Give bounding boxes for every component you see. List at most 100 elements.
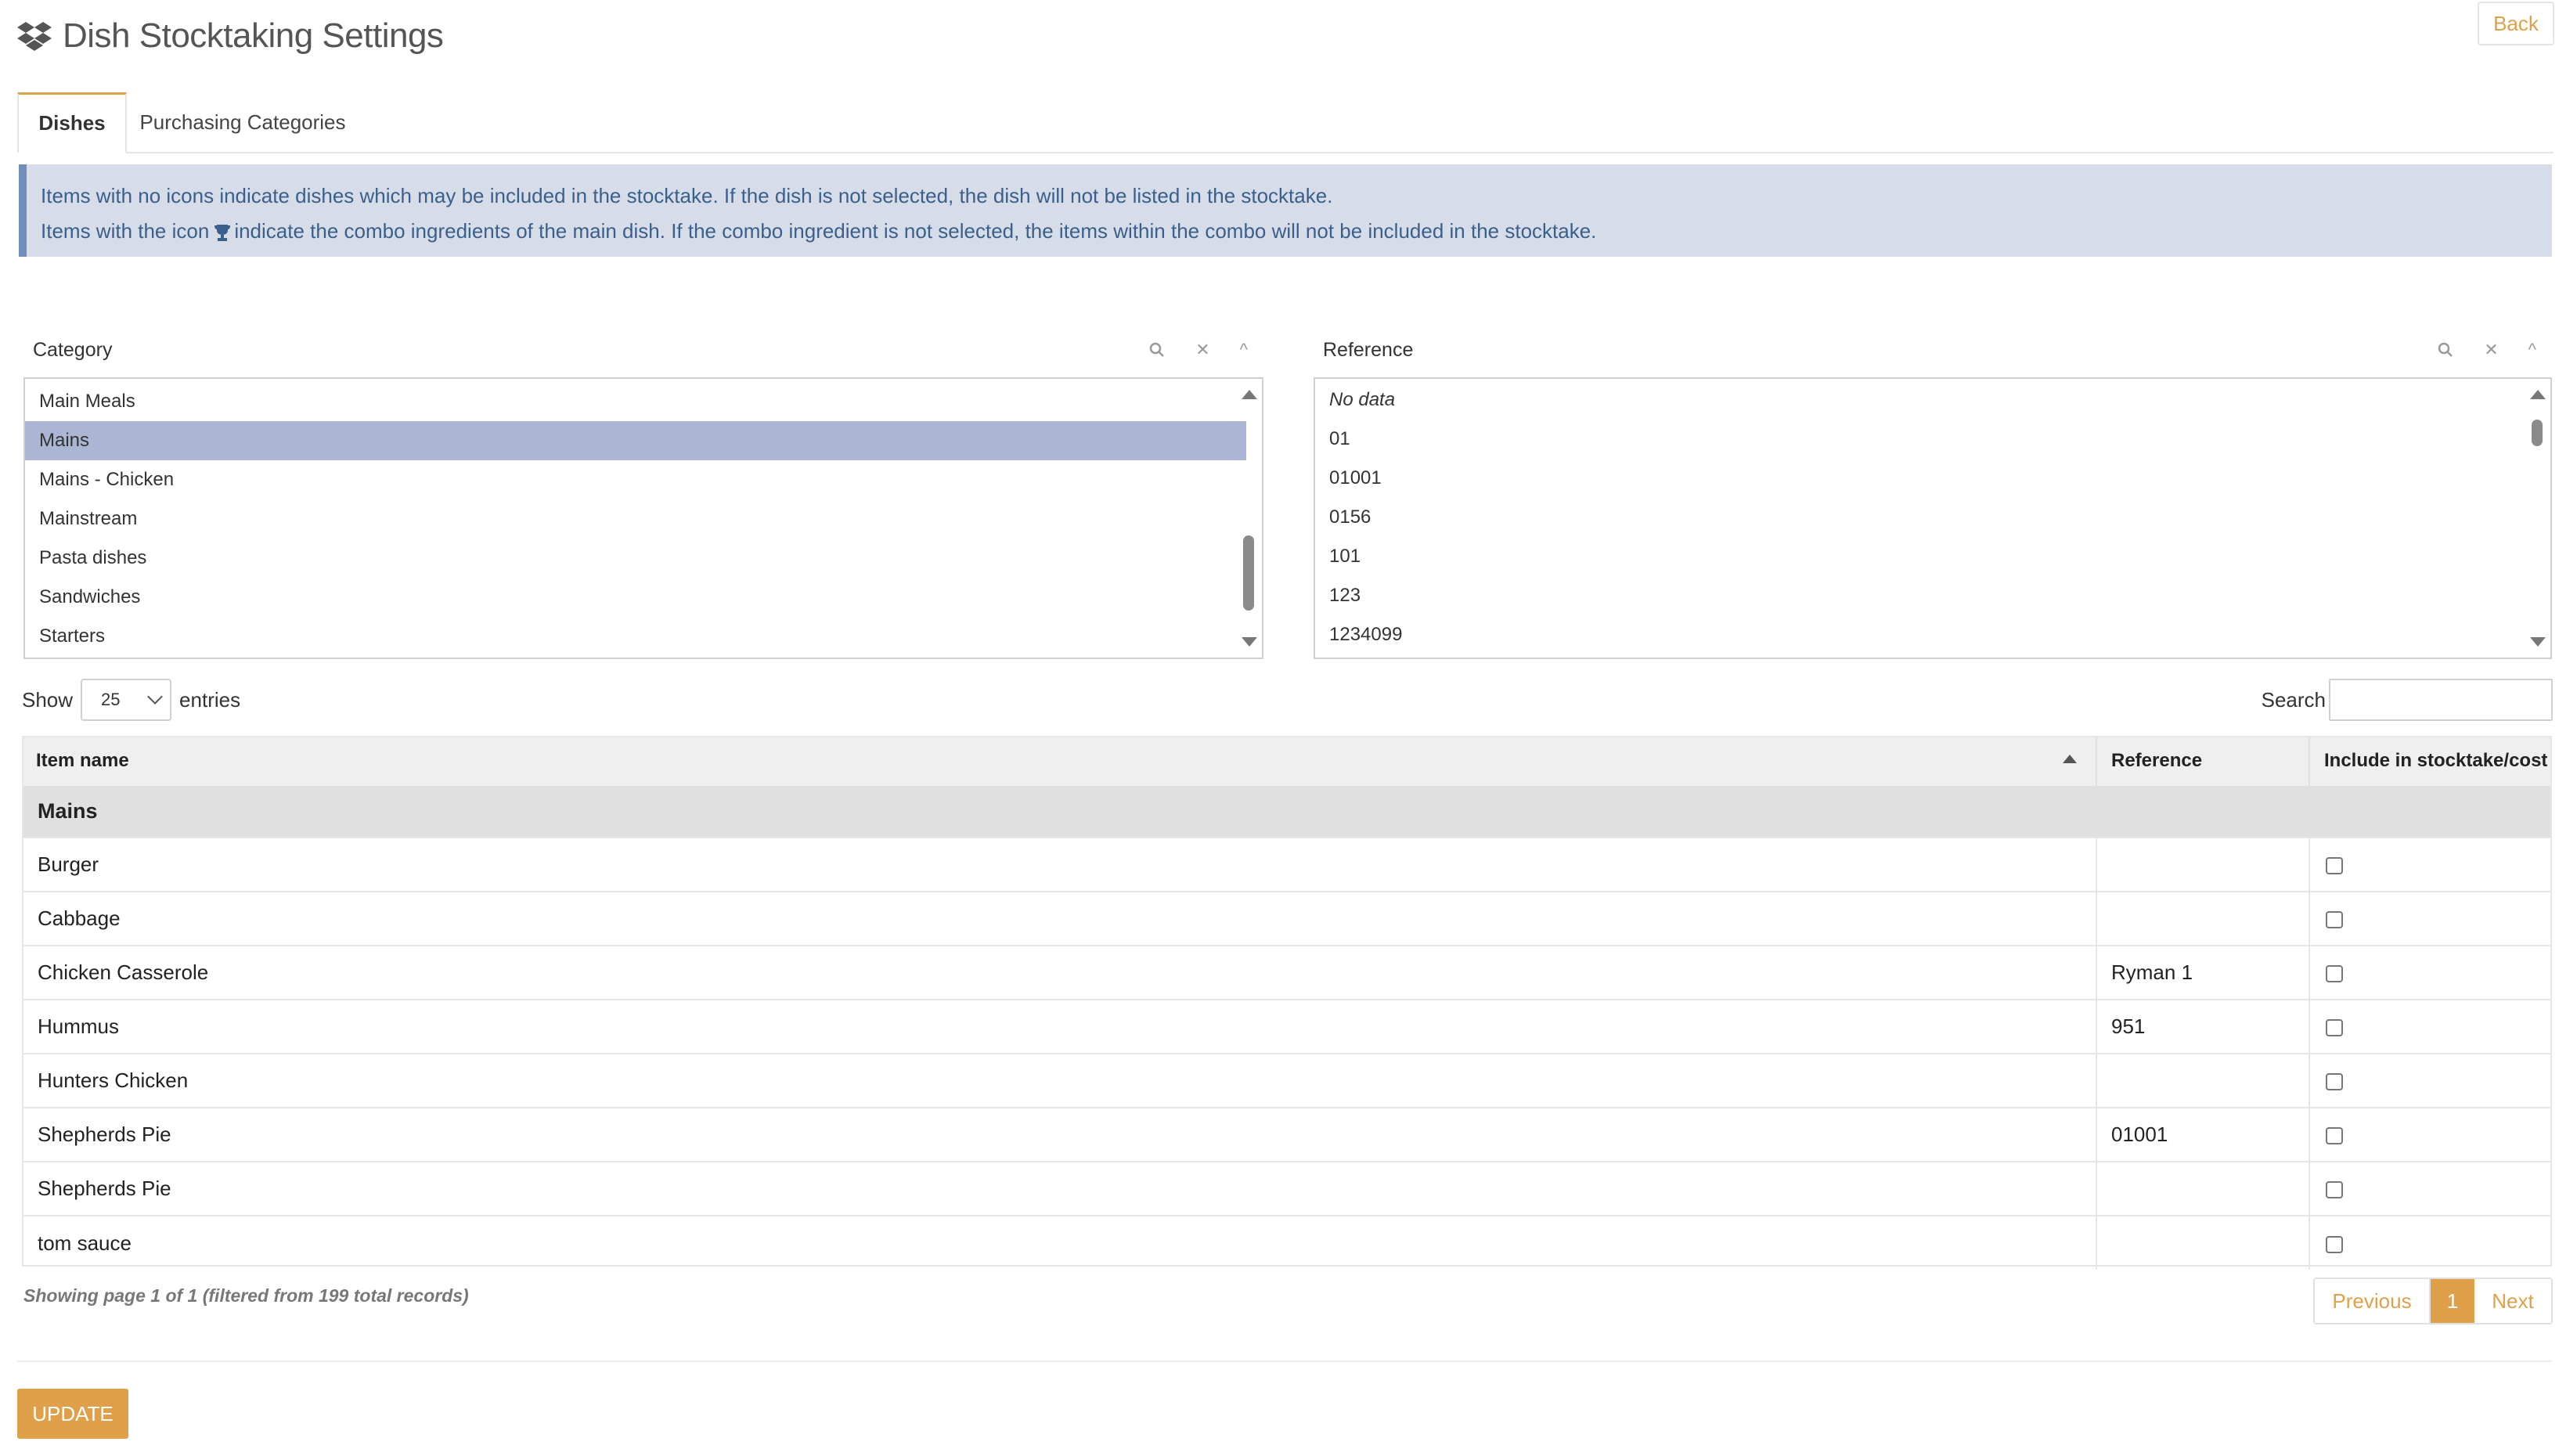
reference-filter-header: Reference ✕ ^ xyxy=(1314,330,2552,369)
table-info-status: Showing page 1 of 1 (filtered from 199 t… xyxy=(23,1285,469,1306)
reference-item[interactable]: 01 xyxy=(1315,420,2550,459)
column-header-item-name[interactable]: Item name xyxy=(22,736,2097,786)
item-reference xyxy=(2096,837,2309,892)
dishes-table: Item name Reference Include in stocktake… xyxy=(22,736,2552,1270)
category-item-pasta-dishes[interactable]: Pasta dishes xyxy=(25,539,1246,578)
info-line-2: Items with the icon indicate the combo i… xyxy=(41,214,2552,249)
item-name: Shepherds Pie xyxy=(22,1161,2096,1216)
item-reference: 01001 xyxy=(2096,1107,2309,1162)
clear-icon[interactable]: ✕ xyxy=(1195,340,1209,360)
page-title-text: Dish Stocktaking Settings xyxy=(63,16,444,55)
category-filter: Category ✕ ^ Main Meals Mains Mains - Ch… xyxy=(23,330,1263,659)
update-button[interactable]: UPDATE xyxy=(17,1389,128,1439)
reference-item-no-data[interactable]: No data xyxy=(1315,380,2550,420)
trophy-icon xyxy=(214,225,231,242)
scroll-down-arrow-icon[interactable] xyxy=(1242,637,1257,647)
page-title: Dish Stocktaking Settings xyxy=(17,11,444,61)
caret-up-icon[interactable]: ^ xyxy=(2528,340,2536,360)
category-item-starters[interactable]: Starters xyxy=(25,617,1246,656)
scroll-up-arrow-icon[interactable] xyxy=(2530,390,2546,399)
scroll-up-arrow-icon[interactable] xyxy=(1242,390,1257,399)
reference-item[interactable]: 101 xyxy=(1315,537,2550,576)
category-scrollbar[interactable] xyxy=(1240,387,1257,650)
table-row: tom sauce xyxy=(22,1215,2552,1270)
search-input[interactable] xyxy=(2329,679,2553,721)
table-row: Hummus 951 xyxy=(22,999,2552,1054)
reference-filter: Reference ✕ ^ No data 01 01001 0156 101 … xyxy=(1314,330,2552,659)
column-header-reference[interactable]: Reference xyxy=(2096,736,2310,786)
divider xyxy=(17,1360,2552,1362)
previous-page-button[interactable]: Previous xyxy=(2315,1279,2431,1323)
item-name: Hunters Chicken xyxy=(22,1053,2096,1108)
category-scroll-thumb[interactable] xyxy=(1243,535,1254,611)
caret-up-icon[interactable]: ^ xyxy=(1240,340,1248,360)
reference-item[interactable]: 01001 xyxy=(1315,459,2550,498)
item-reference xyxy=(2096,1215,2309,1270)
search-icon[interactable] xyxy=(1148,341,1166,359)
category-item-sandwiches[interactable]: Sandwiches xyxy=(25,578,1246,617)
include-checkbox[interactable] xyxy=(2326,965,2343,983)
item-name: Hummus xyxy=(22,999,2096,1054)
category-listbox[interactable]: Main Meals Mains Mains - Chicken Mainstr… xyxy=(23,377,1263,659)
table-row: Shepherds Pie 01001 xyxy=(22,1107,2552,1162)
table-row: Chicken Casserole Ryman 1 xyxy=(22,945,2552,1000)
reference-item[interactable]: 1234099 xyxy=(1315,615,2550,654)
item-name: Cabbage xyxy=(22,891,2096,946)
include-checkbox[interactable] xyxy=(2326,911,2343,929)
group-label: Mains xyxy=(38,799,98,823)
search-label: Search xyxy=(2261,687,2326,712)
next-page-button[interactable]: Next xyxy=(2474,1279,2551,1323)
entries-select-value: 25 xyxy=(101,690,121,709)
column-header-include[interactable]: Include in stocktake/cost xyxy=(2309,736,2552,786)
scroll-down-arrow-icon[interactable] xyxy=(2530,637,2546,647)
item-reference xyxy=(2096,891,2309,946)
page-1-button[interactable]: 1 xyxy=(2431,1279,2474,1323)
table-header-row: Item name Reference Include in stocktake… xyxy=(22,736,2552,786)
include-checkbox[interactable] xyxy=(2326,1019,2343,1037)
back-button[interactable]: Back xyxy=(2478,2,2554,45)
group-row: Mains xyxy=(22,786,2552,838)
include-checkbox[interactable] xyxy=(2326,1181,2343,1199)
info-line-1: Items with no icons indicate dishes whic… xyxy=(41,184,1333,207)
category-item-mains-chicken[interactable]: Mains - Chicken xyxy=(25,460,1246,499)
item-name: tom sauce xyxy=(22,1215,2096,1270)
table-row: Shepherds Pie xyxy=(22,1161,2552,1216)
category-item-main-meals[interactable]: Main Meals xyxy=(25,382,1246,421)
dropbox-logo-icon xyxy=(17,22,52,51)
show-label: Show xyxy=(22,687,74,712)
category-filter-header: Category ✕ ^ xyxy=(23,330,1263,369)
table-row: Cabbage xyxy=(22,891,2552,946)
reference-scroll-thumb[interactable] xyxy=(2532,420,2543,446)
table-row: Hunters Chicken xyxy=(22,1053,2552,1108)
reference-item[interactable]: 123 xyxy=(1315,576,2550,615)
include-checkbox[interactable] xyxy=(2326,1127,2343,1145)
item-name: Burger xyxy=(22,837,2096,892)
entries-label: entries xyxy=(179,687,241,712)
category-filter-label: Category xyxy=(33,338,113,361)
item-reference xyxy=(2096,1053,2309,1108)
entries-select[interactable]: 25 xyxy=(81,679,172,721)
search-icon[interactable] xyxy=(2437,341,2454,359)
reference-listbox[interactable]: No data 01 01001 0156 101 123 1234099 xyxy=(1314,377,2552,659)
length-menu: Show 25 entries xyxy=(22,678,240,722)
sort-ascending-icon xyxy=(2063,755,2077,763)
clear-icon[interactable]: ✕ xyxy=(2484,340,2498,360)
include-checkbox[interactable] xyxy=(2326,1235,2343,1253)
category-item-mainstream[interactable]: Mainstream xyxy=(25,499,1246,539)
tab-dishes[interactable]: Dishes xyxy=(17,92,127,153)
reference-filter-label: Reference xyxy=(1323,338,1414,361)
tab-bar: Dishes Purchasing Categories xyxy=(17,92,2554,153)
item-reference xyxy=(2096,1161,2309,1216)
item-name: Chicken Casserole xyxy=(22,945,2096,1000)
item-reference: 951 xyxy=(2096,999,2309,1054)
include-checkbox[interactable] xyxy=(2326,857,2343,875)
pagination: Previous 1 Next xyxy=(2313,1278,2553,1324)
tab-purchasing-categories[interactable]: Purchasing Categories xyxy=(133,92,352,152)
category-item-mains[interactable]: Mains xyxy=(25,421,1246,460)
reference-item[interactable]: 0156 xyxy=(1315,498,2550,537)
table-row: Burger xyxy=(22,837,2552,892)
item-name: Shepherds Pie xyxy=(22,1107,2096,1162)
include-checkbox[interactable] xyxy=(2326,1073,2343,1091)
item-reference: Ryman 1 xyxy=(2096,945,2309,1000)
reference-scrollbar[interactable] xyxy=(2528,387,2546,650)
